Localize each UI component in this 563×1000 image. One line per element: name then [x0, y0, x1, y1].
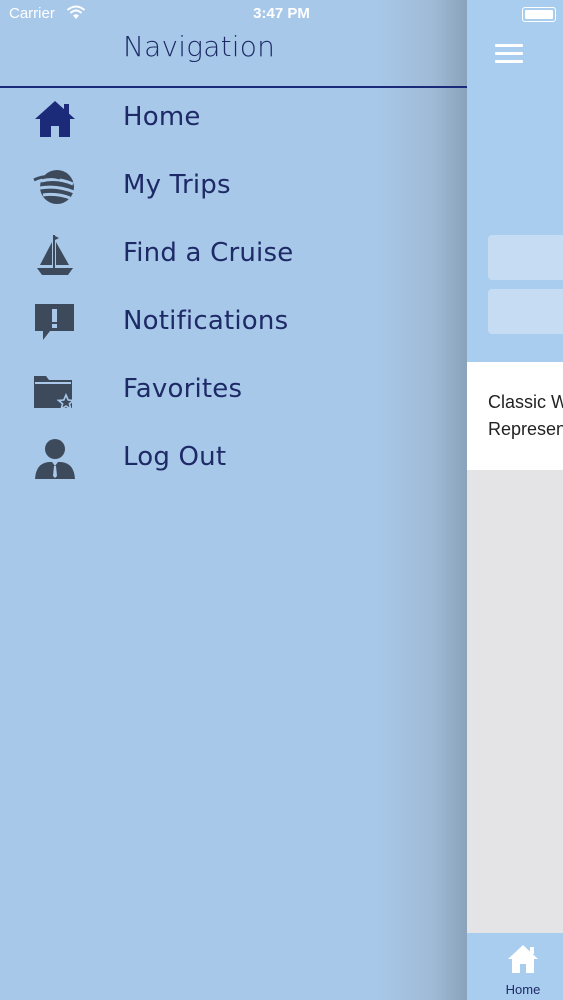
nav-item-find-a-cruise-label: Find a Cruise — [123, 238, 294, 268]
main-header — [467, 0, 563, 362]
user-icon — [35, 439, 75, 479]
star-folder-icon — [34, 376, 76, 411]
status-bar: Carrier 3:47 PM — [0, 0, 563, 28]
main-screen: Classic W Represen Home — [467, 0, 563, 1000]
hamburger-menu-icon[interactable] — [495, 44, 523, 66]
nav-item-find-a-cruise[interactable]: Find a Cruise — [0, 222, 467, 290]
status-time: 3:47 PM — [253, 5, 310, 22]
alert-bubble-icon — [35, 304, 74, 340]
home-icon — [35, 101, 75, 137]
drawer-header: Navigation — [0, 28, 467, 88]
nav-item-notifications[interactable]: Notifications — [0, 290, 467, 358]
card-line-1: Classic W — [488, 392, 563, 412]
nav-item-notifications-label: Notifications — [123, 306, 289, 336]
drawer-title: Navigation — [123, 30, 276, 63]
main-card[interactable]: Classic W Represen — [467, 362, 563, 470]
nav-item-favorites[interactable]: Favorites — [0, 358, 467, 426]
globe-icon — [33, 170, 75, 204]
sailboat-icon — [37, 235, 73, 275]
tab-home-icon[interactable] — [506, 943, 540, 975]
nav-item-log-out[interactable]: Log Out — [0, 426, 467, 494]
nav-item-my-trips[interactable]: My Trips — [0, 154, 467, 222]
navigation-drawer: Navigation Home My Trips Find a Cruise N… — [0, 0, 467, 1000]
nav-item-favorites-label: Favorites — [123, 374, 243, 404]
nav-item-home[interactable]: Home — [0, 86, 467, 154]
tab-bar: Home — [467, 933, 563, 1000]
card-line-2: Represen — [488, 419, 563, 439]
nav-item-home-label: Home — [123, 102, 201, 132]
main-search-field-2[interactable] — [488, 289, 563, 334]
tab-home-label[interactable]: Home — [467, 982, 563, 997]
main-search-field-1[interactable] — [488, 235, 563, 280]
nav-item-log-out-label: Log Out — [123, 442, 227, 472]
nav-item-my-trips-label: My Trips — [123, 170, 231, 200]
